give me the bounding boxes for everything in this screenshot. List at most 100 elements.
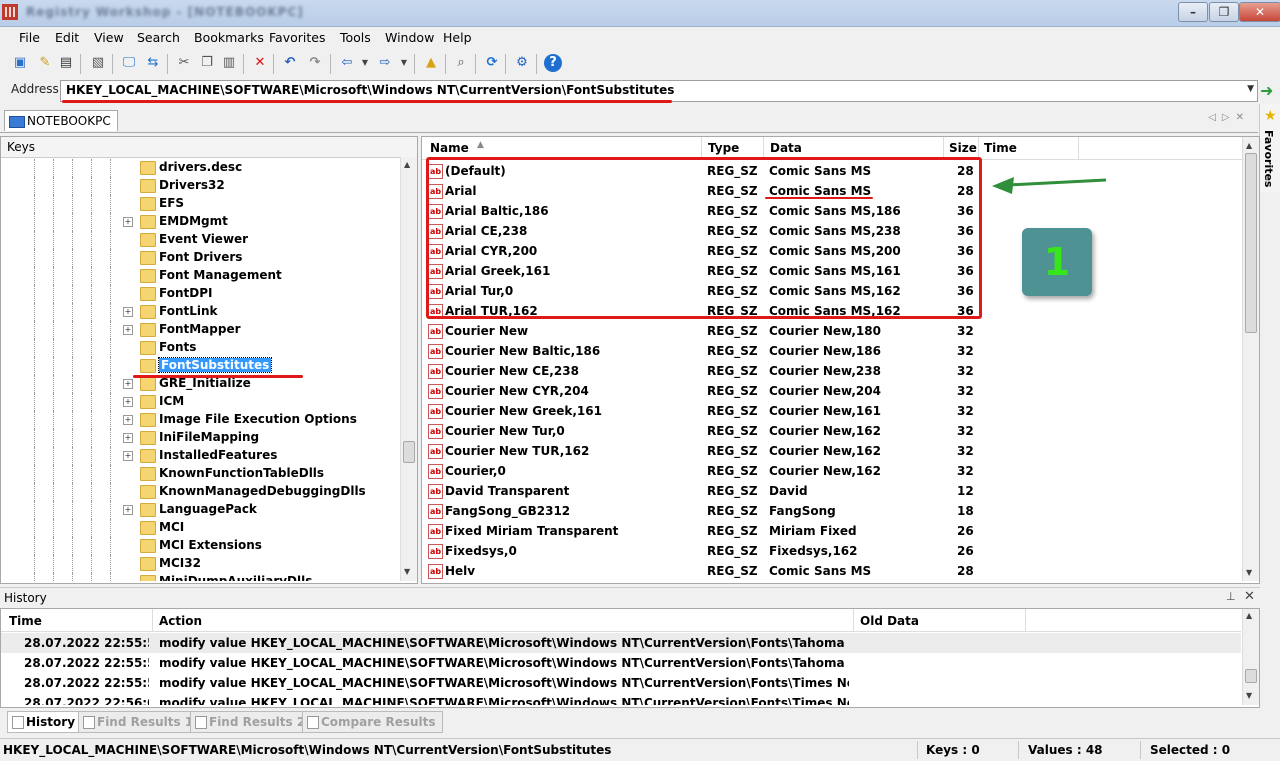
menu-help[interactable]: Help xyxy=(443,30,472,45)
back-dropdown-icon[interactable]: ▼ xyxy=(356,54,374,72)
folder-up-icon[interactable]: ▲ xyxy=(422,54,440,72)
close-icon[interactable]: ✕ xyxy=(1244,589,1255,604)
value-row[interactable]: ab Fixedsys,0 REG_SZ Fixedsys,162 26 xyxy=(422,541,1242,561)
scroll-up-icon[interactable]: ▲ xyxy=(1246,141,1252,150)
paste-icon[interactable]: ▥ xyxy=(220,54,238,72)
tab-history[interactable]: History xyxy=(7,711,83,733)
expand-icon[interactable]: + xyxy=(123,433,133,443)
value-row[interactable]: ab Courier New TUR,162 REG_SZ Courier New,1… xyxy=(422,441,1242,461)
undo-icon[interactable]: ↶ xyxy=(281,54,299,72)
cut-icon[interactable]: ✂ xyxy=(175,54,193,72)
copy-icon[interactable]: ❐ xyxy=(198,54,216,72)
tree-item[interactable]: Event Viewer xyxy=(1,231,400,249)
help-icon[interactable]: ? xyxy=(544,54,562,72)
scroll-up-icon[interactable]: ▲ xyxy=(1246,611,1252,620)
go-arrow-icon[interactable]: ➜ xyxy=(1260,81,1273,100)
expand-icon[interactable]: + xyxy=(123,307,133,317)
history-column-old-data[interactable]: Old Data xyxy=(860,614,919,628)
tree-item[interactable]: Drivers32 xyxy=(1,177,400,195)
expand-icon[interactable]: + xyxy=(123,415,133,425)
value-row[interactable]: ab Courier New Tur,0 REG_SZ Courier New,162… xyxy=(422,421,1242,441)
column-divider[interactable] xyxy=(943,137,944,159)
value-row[interactable]: ab Courier New Baltic,186 REG_SZ Courier Ne… xyxy=(422,341,1242,361)
column-divider[interactable] xyxy=(701,137,702,159)
settings-icon[interactable]: ⚙ xyxy=(513,54,531,72)
tree-item[interactable]: + LanguagePack xyxy=(1,501,400,519)
tree-item[interactable]: FontDPI xyxy=(1,285,400,303)
tab-compare-results[interactable]: Compare Results xyxy=(302,711,443,733)
new-key-icon[interactable]: ▣ xyxy=(11,54,29,72)
expand-icon[interactable]: + xyxy=(123,217,133,227)
pin-icon[interactable]: ⊥ xyxy=(1226,590,1236,603)
values-scrollbar[interactable]: ▲ ▼ xyxy=(1242,137,1259,581)
history-row[interactable]: 28.07.2022 22:55:55 modify value HKEY_LOC… xyxy=(1,633,1241,653)
tree-item[interactable]: + Image File Execution Options xyxy=(1,411,400,429)
tab-find-results-1[interactable]: Find Results 1 xyxy=(78,711,201,733)
history-row[interactable]: 28.07.2022 22:55:57 modify value HKEY_LOC… xyxy=(1,653,1241,673)
history-row[interactable]: 28.07.2022 22:56:02 modify value HKEY_LOC… xyxy=(1,693,1241,705)
expand-icon[interactable]: + xyxy=(123,397,133,407)
value-row[interactable]: ab Courier New CE,238 REG_SZ Courier New,23… xyxy=(422,361,1242,381)
tab-find-results-2[interactable]: Find Results 2 xyxy=(190,711,313,733)
column-divider[interactable] xyxy=(763,137,764,159)
column-divider[interactable] xyxy=(1025,609,1026,631)
value-row[interactable]: ab Courier New Greek,161 REG_SZ Courier New… xyxy=(422,401,1242,421)
forward-dropdown-icon[interactable]: ▼ xyxy=(395,54,413,72)
expand-icon[interactable]: + xyxy=(123,325,133,335)
maximize-button[interactable]: ❐ xyxy=(1209,2,1239,22)
column-divider[interactable] xyxy=(978,137,979,159)
tree-item[interactable]: + ICM xyxy=(1,393,400,411)
expand-icon[interactable]: + xyxy=(123,379,133,389)
tree-item[interactable]: KnownFunctionTableDlls xyxy=(1,465,400,483)
tree-item[interactable]: Font Drivers xyxy=(1,249,400,267)
back-icon[interactable]: ⇦ xyxy=(338,54,356,72)
redo-icon[interactable]: ↷ xyxy=(306,54,324,72)
tree-item[interactable]: drivers.desc xyxy=(1,159,400,177)
column-data[interactable]: Data xyxy=(770,141,802,155)
connect-icon[interactable]: ⇆ xyxy=(144,54,162,72)
tab-navigation[interactable]: ◁▷✕ xyxy=(1208,112,1250,123)
expand-icon[interactable]: + xyxy=(123,505,133,515)
scroll-down-icon[interactable]: ▼ xyxy=(404,567,410,576)
history-column-time[interactable]: Time xyxy=(9,614,42,628)
tree-item[interactable]: MCI xyxy=(1,519,400,537)
scroll-thumb[interactable] xyxy=(1245,153,1257,333)
tree-item[interactable]: EFS xyxy=(1,195,400,213)
tree-item[interactable]: KnownManagedDebuggingDlls xyxy=(1,483,400,501)
value-row[interactable]: ab Courier New REG_SZ Courier New,180 32 xyxy=(422,321,1242,341)
value-row[interactable]: ab Courier New CYR,204 REG_SZ Courier New,2… xyxy=(422,381,1242,401)
tree-item[interactable]: + FontMapper xyxy=(1,321,400,339)
column-divider[interactable] xyxy=(152,609,153,631)
menu-window[interactable]: Window xyxy=(385,30,434,45)
open-icon[interactable]: ✎ xyxy=(36,54,54,72)
value-row[interactable]: ab Helv REG_SZ Comic Sans MS 28 xyxy=(422,561,1242,581)
tree-item[interactable]: + InstalledFeatures xyxy=(1,447,400,465)
menu-bookmarks[interactable]: Bookmarks xyxy=(194,30,264,45)
tree-item[interactable]: MCI32 xyxy=(1,555,400,573)
menu-file[interactable]: File xyxy=(19,30,40,45)
tree-item[interactable]: MiniDumpAuxiliaryDlls xyxy=(1,573,400,581)
value-row[interactable]: ab David Transparent REG_SZ David 12 xyxy=(422,481,1242,501)
tree-item[interactable]: Font Management xyxy=(1,267,400,285)
print-icon[interactable]: ▧ xyxy=(89,54,107,72)
app-icon[interactable] xyxy=(2,4,18,20)
history-column-action[interactable]: Action xyxy=(159,614,202,628)
refresh-icon[interactable]: ⟳ xyxy=(483,54,501,72)
minimize-button[interactable]: – xyxy=(1178,2,1208,22)
value-row[interactable]: ab Courier,0 REG_SZ Courier New,162 32 xyxy=(422,461,1242,481)
tree-item[interactable]: + EMDMgmt xyxy=(1,213,400,231)
close-button[interactable]: ✕ xyxy=(1239,2,1280,22)
tree-item[interactable]: MCI Extensions xyxy=(1,537,400,555)
menu-view[interactable]: View xyxy=(94,30,124,45)
column-time[interactable]: Time xyxy=(984,141,1017,155)
column-size[interactable]: Size xyxy=(949,141,977,155)
find-icon[interactable]: ⌕ xyxy=(452,54,470,72)
expand-icon[interactable]: + xyxy=(123,451,133,461)
value-row[interactable]: ab Fixed Miriam Transparent REG_SZ Miriam F… xyxy=(422,521,1242,541)
menu-search[interactable]: Search xyxy=(137,30,180,45)
menu-favorites[interactable]: Favorites xyxy=(269,30,325,45)
value-row[interactable]: ab FangSong_GB2312 REG_SZ FangSong 18 xyxy=(422,501,1242,521)
tree-item[interactable]: FontSubstitutes xyxy=(1,357,400,375)
scroll-down-icon[interactable]: ▼ xyxy=(1246,568,1252,577)
history-row[interactable]: 28.07.2022 22:55:59 modify value HKEY_LOC… xyxy=(1,673,1241,693)
